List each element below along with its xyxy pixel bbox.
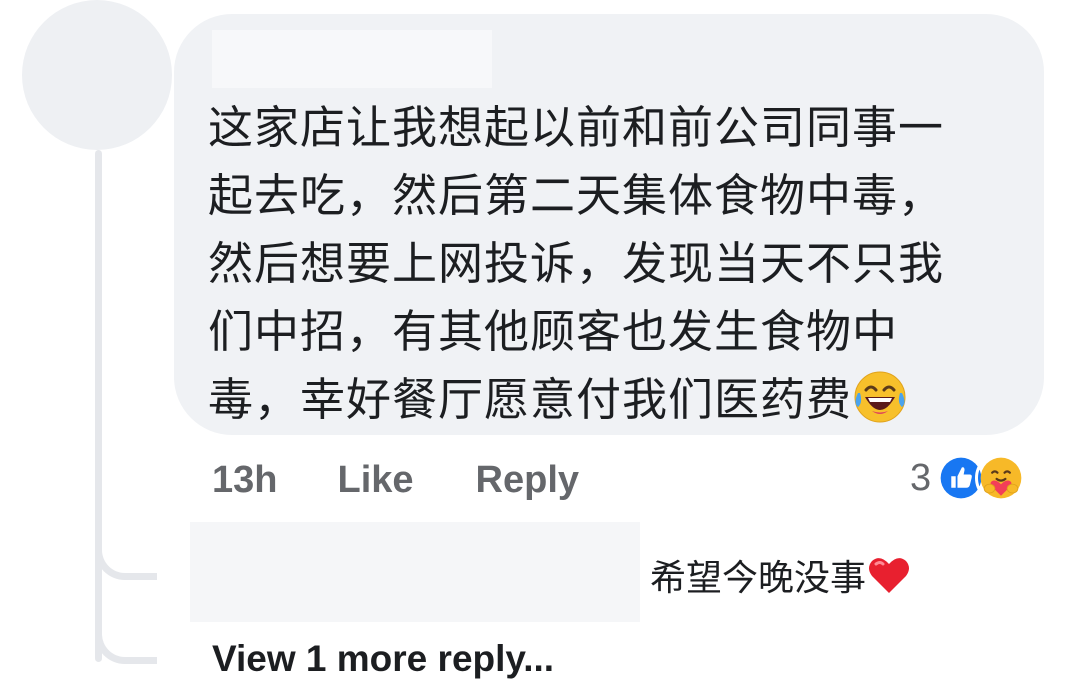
like-button[interactable]: Like <box>337 459 413 502</box>
reaction-count: 3 <box>910 456 932 499</box>
thread-branch-reply <box>95 544 157 580</box>
thread-line <box>95 150 102 662</box>
comment-line: 们中招，有其他顾客也发生食物中 <box>208 305 899 358</box>
comment-thread: 这家店让我想起以前和前公司同事一 起去吃，然后第二天集体食物中毒， 然后想要上网… <box>0 0 1079 699</box>
redacted-commenter-name[interactable] <box>212 30 492 88</box>
comment-timestamp[interactable]: 13h <box>212 459 277 502</box>
face-with-tears-of-joy-icon <box>854 371 906 423</box>
thread-branch-view-more <box>95 628 157 664</box>
reaction-summary[interactable]: 3 <box>910 448 1028 508</box>
view-more-replies-link[interactable]: View 1 more reply... <box>212 638 554 680</box>
care-reaction-icon <box>975 452 1028 504</box>
reply-text: 希望今晚没事 <box>650 558 867 599</box>
comment-line-last: 毒，幸好餐厅愿意付我们医药费 <box>208 366 998 434</box>
comment-line: 然后想要上网投诉，发现当天不只我 <box>208 237 945 290</box>
comment-text: 这家店让我想起以前和前公司同事一 起去吃，然后第二天集体食物中毒， 然后想要上网… <box>208 94 998 434</box>
comment-line: 起去吃，然后第二天集体食物中毒， <box>208 169 945 222</box>
comment-line: 这家店让我想起以前和前公司同事一 <box>208 101 945 154</box>
commenter-avatar[interactable] <box>22 0 172 150</box>
red-heart-icon <box>869 558 910 593</box>
reply-comment-text: 希望今晚没事 <box>650 552 912 604</box>
comment-actions: 13h Like Reply <box>212 455 579 505</box>
reply-button[interactable]: Reply <box>476 459 579 502</box>
comment-line: 毒，幸好餐厅愿意付我们医药费 <box>208 373 853 426</box>
redacted-reply-author[interactable] <box>190 522 640 622</box>
